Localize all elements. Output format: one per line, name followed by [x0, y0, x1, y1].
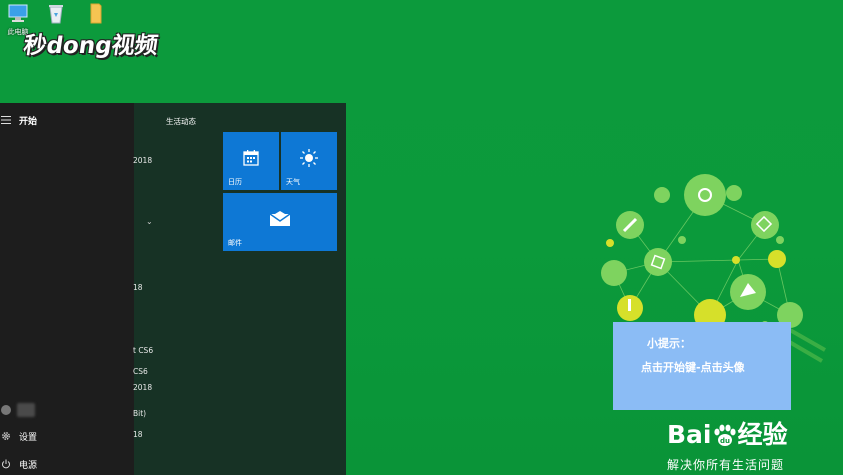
- tip-title: 小提示：: [647, 337, 691, 350]
- desktop-icon-folder[interactable]: [78, 0, 114, 28]
- power-button[interactable]: 电源: [0, 454, 37, 474]
- tip-box: 小提示： 点击开始键-点击头像: [613, 322, 791, 410]
- app-list-item[interactable]: 2018: [133, 383, 152, 392]
- tile-mail[interactable]: 邮件: [223, 193, 337, 251]
- start-menu-title: 开始: [19, 116, 38, 127]
- baidu-jingyan-logo: Bai du 经验: [667, 415, 788, 451]
- app-list-item[interactable]: Bit): [133, 409, 146, 418]
- app-list-item[interactable]: 2018: [133, 156, 152, 165]
- video-watermark: 秒dong视频: [21, 33, 160, 59]
- settings-label: 设置: [19, 432, 38, 443]
- paw-icon: du: [713, 424, 736, 446]
- desktop-icon-recycle-bin[interactable]: [38, 0, 74, 28]
- network-node: [684, 174, 726, 216]
- logo-text-left: Bai: [667, 420, 712, 449]
- tile-label: 邮件: [228, 239, 242, 247]
- power-icon: [0, 458, 12, 470]
- start-menu-expand-button[interactable]: 开始: [0, 110, 37, 130]
- recycle-bin-icon: [49, 5, 63, 24]
- app-list-item[interactable]: 18: [133, 283, 143, 292]
- user-name-blurred: [17, 403, 35, 417]
- tile-calendar[interactable]: 日历: [223, 132, 279, 190]
- app-list-item[interactable]: t CS6: [133, 346, 153, 355]
- mail-icon: [269, 211, 291, 227]
- svg-text:du: du: [720, 437, 730, 445]
- user-account-button[interactable]: [0, 400, 35, 420]
- settings-button[interactable]: 设置: [0, 426, 37, 446]
- tile-group-title: 生活动态: [166, 117, 196, 126]
- baidu-slogan: 解决你所有生活问题: [667, 458, 785, 472]
- hamburger-icon: [0, 114, 12, 126]
- logo-text-right: 经验: [737, 420, 788, 449]
- start-menu: 开始 设置 电源 2018 ⌄ 18 t CS6 CS6 2018 Bit) 1…: [0, 103, 346, 475]
- tile-weather[interactable]: 天气: [281, 132, 337, 190]
- chevron-down-icon[interactable]: ⌄: [146, 217, 153, 226]
- start-menu-rail: 开始 设置 电源: [0, 103, 134, 475]
- tip-body: 点击开始键-点击头像: [641, 361, 745, 374]
- tile-label: 日历: [228, 178, 242, 186]
- computer-icon: [8, 4, 28, 22]
- gear-icon: [0, 430, 12, 442]
- app-list-item[interactable]: 18: [133, 430, 143, 439]
- tile-label: 天气: [286, 178, 300, 186]
- weather-sun-icon: [300, 149, 318, 168]
- power-label: 电源: [19, 460, 38, 471]
- avatar: [1, 405, 11, 415]
- calendar-icon: [243, 150, 259, 166]
- folder-icon: [90, 3, 102, 24]
- app-list-item[interactable]: CS6: [133, 367, 148, 376]
